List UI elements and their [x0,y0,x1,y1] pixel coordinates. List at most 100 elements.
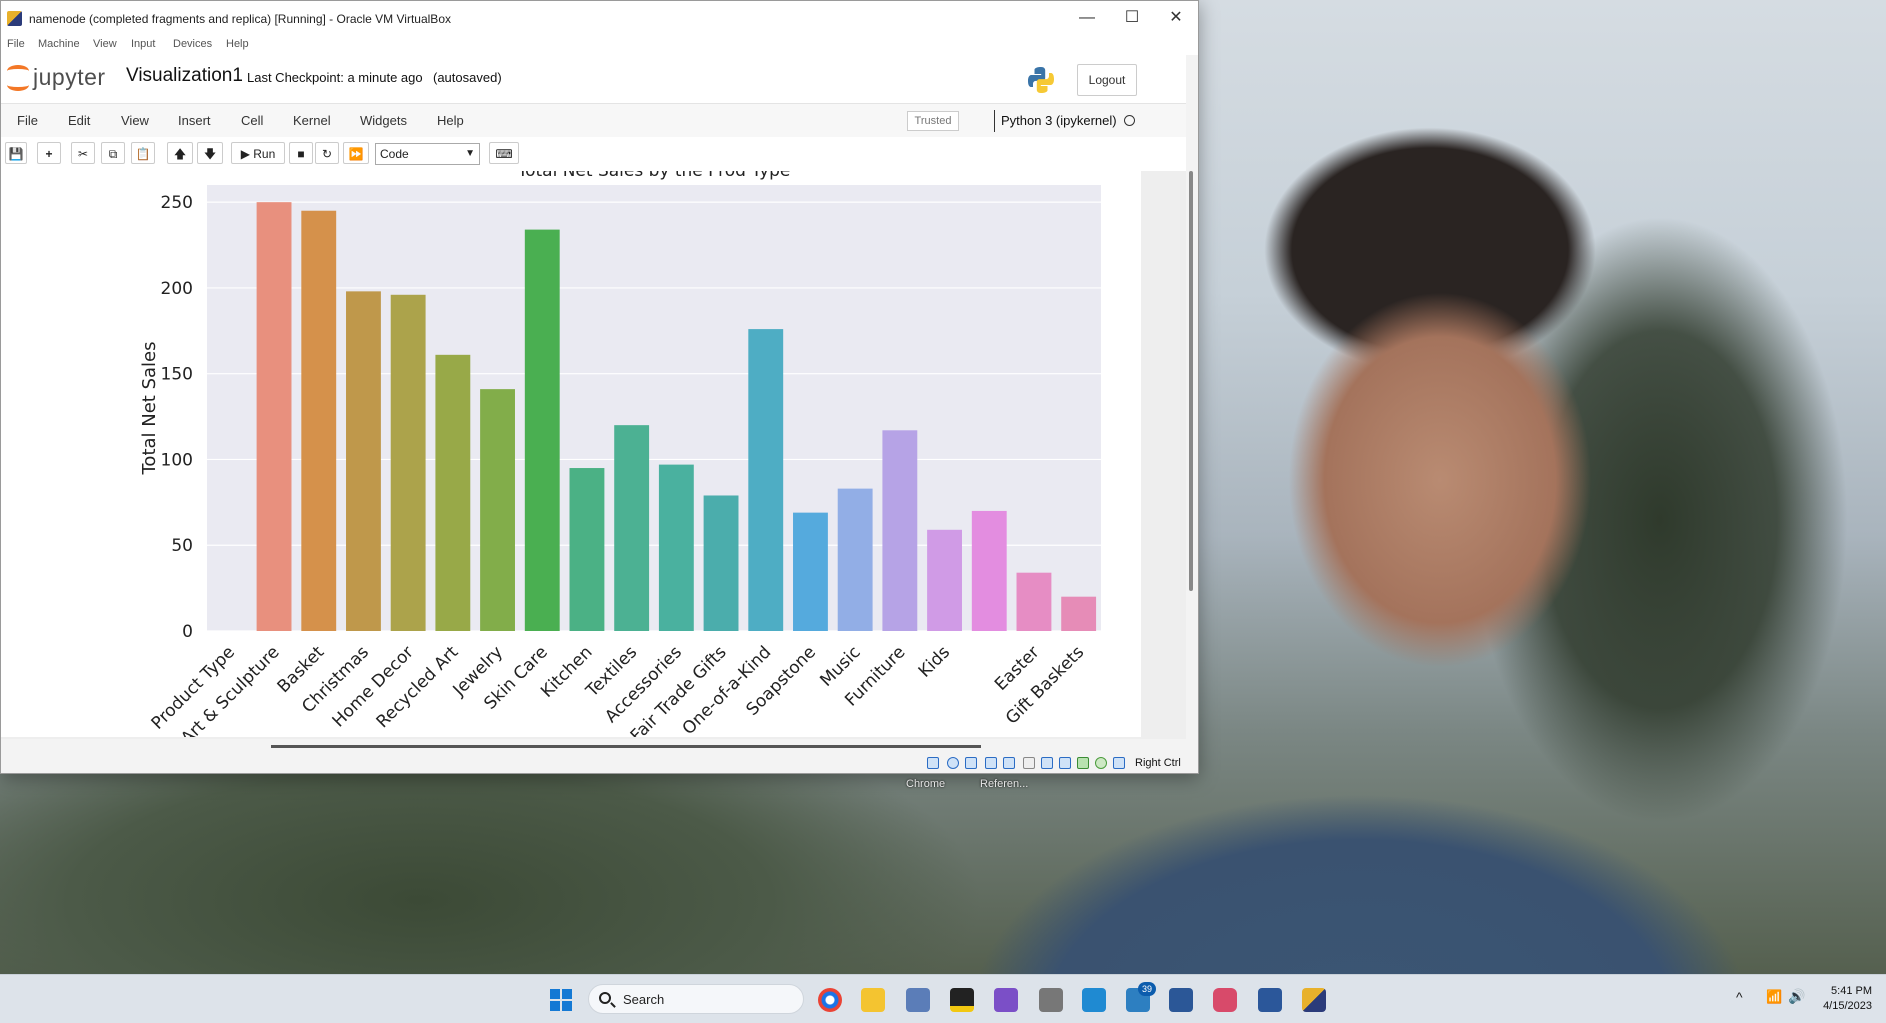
cut-icon[interactable]: ✂ [71,142,95,164]
horizontal-scrollbar[interactable] [271,745,981,748]
kernel-name[interactable]: Python 3 (ipykernel) [1001,113,1117,128]
y-axis-label: Total Net Sales [139,342,160,476]
bar-chart: 0 50 100 150 200 250 Total Net Sales by the Pr… [139,171,1101,737]
x-tick-label: Kids [915,642,954,681]
sticky-app-icon[interactable] [950,988,974,1012]
close-button[interactable]: ✕ [1153,5,1199,31]
vbox-menu-help[interactable]: Help [226,38,249,50]
cell-type-value: Code [380,147,409,161]
volume-icon[interactable]: 🔊 [1788,988,1805,1005]
bar [256,202,292,631]
run-button[interactable]: ▶ Run [231,142,285,164]
bar [927,529,962,631]
guest-additions-icon[interactable] [1095,757,1107,769]
bar [793,512,828,631]
python-logo-icon [1028,67,1054,93]
run-all-icon[interactable]: ⏩ [343,142,369,164]
kernel-separator [994,110,995,132]
bar [1061,596,1097,631]
visual-studio-icon[interactable] [994,988,1018,1012]
mouse-integration-icon[interactable] [1113,757,1125,769]
menu-widgets[interactable]: Widgets [360,113,407,128]
jupyter-menubar: File Edit View Insert Cell Kernel Widget… [1,103,1186,139]
usb-icon[interactable] [1003,757,1015,769]
kernel-status-icon [1124,115,1135,126]
bar [971,510,1007,631]
chrome-icon[interactable] [818,988,842,1012]
bar [837,488,873,631]
recording-icon[interactable] [1059,757,1071,769]
add-cell-button[interactable]: + [37,142,61,164]
maximize-button[interactable]: ☐ [1109,5,1155,31]
word-icon[interactable] [1258,988,1282,1012]
chart-title: Total Net Sales by the Prod Type [517,171,791,181]
jupyter-logo-icon[interactable] [5,63,31,93]
save-icon[interactable]: 💾 [5,142,27,164]
bar [1016,572,1052,631]
wifi-icon[interactable]: 📶 [1766,989,1782,1005]
search-label: Search [623,992,665,1007]
vertical-scrollbar[interactable] [1189,171,1193,591]
stop-icon[interactable]: ■ [289,142,313,164]
optical-drive-icon[interactable] [947,757,959,769]
menu-insert[interactable]: Insert [178,113,211,128]
paste-icon[interactable]: 📋 [131,142,155,164]
move-down-icon[interactable]: 🡇 [197,142,223,164]
trusted-badge[interactable]: Trusted [907,111,959,131]
display-icon[interactable] [1041,757,1053,769]
menu-edit[interactable]: Edit [68,113,90,128]
virtualbox-3d-icon[interactable] [1169,988,1193,1012]
file-explorer-icon[interactable] [861,988,885,1012]
taskbar-search[interactable]: Search [588,984,804,1014]
window-titlebar[interactable]: namenode (completed fragments and replic… [1,1,1198,35]
menu-view[interactable]: View [121,113,149,128]
network-icon[interactable] [985,757,997,769]
vbox-menu-devices[interactable]: Devices [173,38,212,50]
clock-date: 4/15/2023 [1823,1000,1872,1012]
notebook-name[interactable]: Visualization1 [126,65,243,87]
vbox-menu-machine[interactable]: Machine [38,38,80,50]
bar [435,354,471,631]
start-button[interactable] [550,989,572,1011]
vbox-menu-input[interactable]: Input [131,38,155,50]
cpu-icon[interactable] [1077,757,1089,769]
vscode-icon[interactable] [1082,988,1106,1012]
keyboard-icon[interactable]: ⌨ [489,142,519,164]
bar [703,495,739,631]
restart-icon[interactable]: ↻ [315,142,339,164]
red-app-icon[interactable] [1213,988,1237,1012]
vbox-menubar: File Machine View Input Devices Help [1,35,1198,55]
audio-icon[interactable] [965,757,977,769]
menu-kernel[interactable]: Kernel [293,113,331,128]
bar [346,291,381,631]
hard-disk-icon[interactable] [927,757,939,769]
tray-overflow-icon[interactable]: ^ [1736,989,1743,1005]
copy-icon[interactable]: ⧉ [101,142,125,164]
y-tick-label: 250 [161,193,193,213]
bar [614,425,650,631]
y-tick-label: 150 [161,365,193,385]
y-tick-label: 50 [171,536,193,556]
taskbar: Search ^ 📶 🔊 5:41 PM 4/15/2023 [0,974,1886,1023]
desktop-label-chrome[interactable]: Chrome [906,778,945,790]
remote-desktop-icon[interactable] [906,988,930,1012]
vbox-menu-view[interactable]: View [93,38,117,50]
vbox-menu-file[interactable]: File [7,38,25,50]
jupyter-header: jupyter Visualization1 Last Checkpoint: … [1,55,1186,103]
menu-help[interactable]: Help [437,113,464,128]
cell-type-select[interactable]: Code ▼ [375,143,480,165]
move-up-icon[interactable]: 🡅 [167,142,193,164]
virtualbox-taskbar-icon[interactable] [1302,988,1326,1012]
jupyter-logo-text[interactable]: jupyter [33,64,106,91]
bar [748,329,784,631]
logout-button[interactable]: Logout [1077,64,1137,96]
bar [569,468,605,631]
tray-clock[interactable]: 5:41 PM 4/15/2023 [1823,984,1872,1014]
menu-cell[interactable]: Cell [241,113,263,128]
desktop-label-reference[interactable]: Referen... [980,778,1028,790]
bar [390,294,426,631]
shared-folder-icon[interactable] [1023,757,1035,769]
minimize-button[interactable]: — [1064,5,1110,31]
menu-file[interactable]: File [17,113,38,128]
unity-icon[interactable] [1039,988,1063,1012]
